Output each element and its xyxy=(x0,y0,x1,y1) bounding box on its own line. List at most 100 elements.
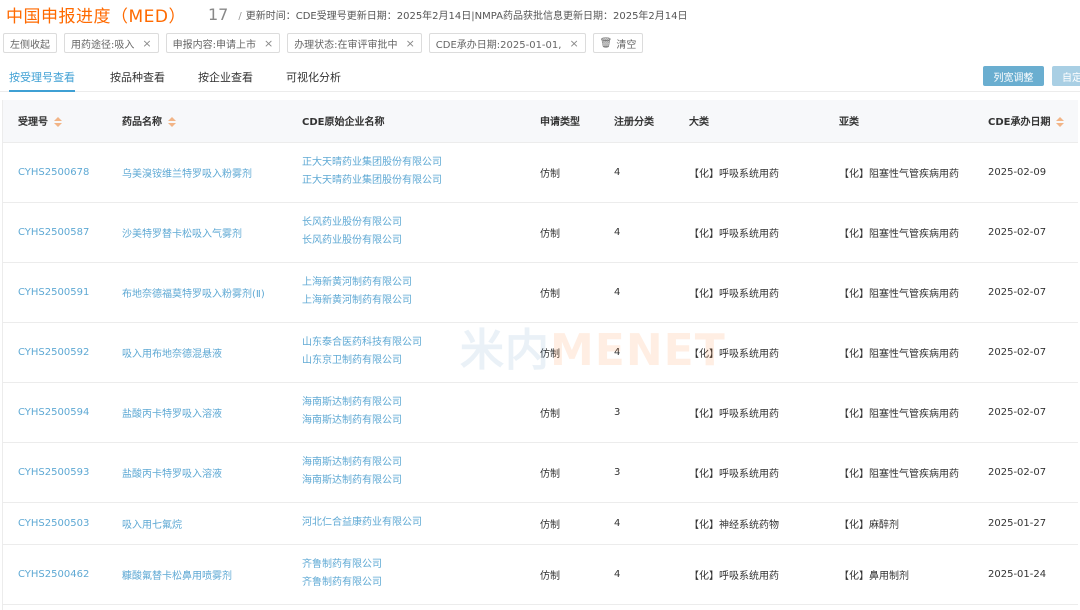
tab-by-company[interactable]: 按企业查看 xyxy=(198,64,253,92)
tab-by-accept-no[interactable]: 按受理号查看 xyxy=(9,64,75,92)
sub-class-cell: 【化】鼻用制剂 xyxy=(824,544,973,605)
reg-class-cell: 4 xyxy=(599,262,674,323)
trash-icon: 🗑 xyxy=(599,37,613,49)
tab-visual-analysis[interactable]: 可视化分析 xyxy=(286,64,341,92)
company-link[interactable]: 海南斯达制药有限公司 xyxy=(302,394,525,412)
sub-class-cell: 【化】阻塞性气管疾病用药 xyxy=(824,322,973,383)
clear-label: 清空 xyxy=(616,39,637,51)
major-class-cell: 【化】呼吸系统用药 xyxy=(674,322,824,383)
col-reg-class: 注册分类 xyxy=(599,100,674,143)
col-label: 受理号 xyxy=(18,117,48,129)
company-link[interactable]: 长风药业股份有限公司 xyxy=(302,214,525,232)
company-link[interactable]: 正大天晴药业集团股份有限公司 xyxy=(302,154,525,172)
col-apply-type: 申请类型 xyxy=(525,100,599,143)
sort-icon[interactable] xyxy=(54,117,62,128)
company-link[interactable]: 山东泰合医药科技有限公司 xyxy=(302,334,525,352)
company-link[interactable]: 河北仁合益康药业有限公司 xyxy=(302,514,525,532)
apply-type-cell: 仿制 xyxy=(525,142,599,203)
cde-date-cell: 2025-02-07 xyxy=(973,322,1078,383)
clear-filters-button[interactable]: 🗑 清空 xyxy=(592,33,644,53)
accept-no-link[interactable]: CYHS2500592 xyxy=(18,347,89,358)
drug-name-link[interactable]: 吸入用布地奈德混悬液 xyxy=(122,349,222,360)
cde-date-cell: 2025-02-07 xyxy=(973,442,1078,503)
filter-chip-date[interactable]: CDE承办日期:2025-01-01, × xyxy=(428,33,586,53)
drug-name-link[interactable]: 吸入用七氟烷 xyxy=(122,520,182,531)
reg-class-cell: 4 xyxy=(599,142,674,203)
drug-name-link[interactable]: 糠酸氟替卡松鼻用喷雾剂 xyxy=(122,571,232,582)
company-link[interactable]: 海南斯达制药有限公司 xyxy=(302,472,525,490)
company-link[interactable]: 海南斯达制药有限公司 xyxy=(302,454,525,472)
apply-type-cell: 仿制 xyxy=(525,544,599,605)
close-icon[interactable]: × xyxy=(569,37,578,50)
divider-slash: / xyxy=(238,10,242,22)
col-drug-name[interactable]: 药品名称 xyxy=(107,100,287,143)
table-row: CYHS2500591 布地奈德福莫特罗吸入粉雾剂(Ⅱ) 上海新黄河制药有限公司… xyxy=(3,262,1078,323)
cde-date-cell: 2025-02-07 xyxy=(973,202,1078,263)
column-width-button[interactable]: 列宽调整 xyxy=(983,66,1044,86)
accept-no-link[interactable]: CYHS2500503 xyxy=(18,518,89,529)
table-header-row: 受理号 药品名称 CDE原始企业名称 申请类型 注册分类 大类 亚类 CDE承办… xyxy=(3,100,1078,143)
filter-bar: 左侧收起 用药途径:吸入 × 申报内容:申请上市 × 办理状态:在审评审批中 × CD… xyxy=(3,33,644,53)
col-label: 药品名称 xyxy=(122,117,162,129)
major-class-cell: 【化】呼吸系统用药 xyxy=(674,382,824,443)
filter-chip-status[interactable]: 办理状态:在审评审批中 × xyxy=(287,33,422,53)
accept-no-link[interactable]: CYHS2500587 xyxy=(18,227,89,238)
company-link[interactable]: 山东京卫制药有限公司 xyxy=(302,352,525,370)
major-class-cell: 【化】呼吸系统用药 xyxy=(674,142,824,203)
cde-date-cell: 2025-02-07 xyxy=(973,382,1078,443)
accept-no-link[interactable]: CYHS2500594 xyxy=(18,407,89,418)
reg-class-cell: 3 xyxy=(599,442,674,503)
cde-date-cell: 2025-02-09 xyxy=(973,142,1078,203)
apply-type-cell: 仿制 xyxy=(525,502,599,545)
sidebar-toggle-button[interactable]: 左侧收起 xyxy=(3,33,57,53)
major-class-cell: 【化】神经系统药物 xyxy=(674,502,824,545)
major-class-cell: 【化】呼吸系统用药 xyxy=(674,262,824,323)
drug-name-link[interactable]: 盐酸丙卡特罗吸入溶液 xyxy=(122,409,222,420)
company-link[interactable]: 齐鲁制药有限公司 xyxy=(302,574,525,592)
filter-chip-route[interactable]: 用药途径:吸入 × xyxy=(64,33,159,53)
sub-class-cell: 【化】阻塞性气管疾病用药 xyxy=(824,382,973,443)
close-icon[interactable]: × xyxy=(406,37,415,50)
accept-no-link[interactable]: CYHS2500593 xyxy=(18,467,89,478)
company-link[interactable]: 齐鲁制药有限公司 xyxy=(302,556,525,574)
drug-name-link[interactable]: 乌美溴铵维兰特罗吸入粉雾剂 xyxy=(122,169,252,180)
sort-icon[interactable] xyxy=(1056,117,1065,128)
company-link[interactable]: 海南斯达制药有限公司 xyxy=(302,412,525,430)
close-icon[interactable]: × xyxy=(264,37,273,50)
filter-chip-content[interactable]: 申报内容:申请上市 × xyxy=(165,33,281,53)
sidebar-toggle-label: 左侧收起 xyxy=(10,39,50,51)
drug-name-link[interactable]: 沙美特罗替卡松吸入气雾剂 xyxy=(122,229,242,240)
apply-type-cell: 仿制 xyxy=(525,382,599,443)
accept-no-link[interactable]: CYHS2500462 xyxy=(18,569,89,580)
company-link[interactable]: 上海新黄河制药有限公司 xyxy=(302,274,525,292)
close-icon[interactable]: × xyxy=(142,37,151,50)
cde-date-cell: 2025-01-27 xyxy=(973,502,1078,545)
table-row: CYHS2500503 吸入用七氟烷 河北仁合益康药业有限公司 仿制 4 【化】… xyxy=(3,502,1078,545)
col-major-class: 大类 xyxy=(674,100,824,143)
col-accept-no[interactable]: 受理号 xyxy=(3,100,107,143)
drug-name-link[interactable]: 布地奈德福莫特罗吸入粉雾剂(Ⅱ) xyxy=(122,289,265,300)
company-link[interactable]: 正大天晴药业集团股份有限公司 xyxy=(302,172,525,190)
reg-class-cell: 3 xyxy=(599,382,674,443)
col-cde-date[interactable]: CDE承办日期 xyxy=(973,100,1078,143)
col-sub-class: 亚类 xyxy=(824,100,973,143)
company-link[interactable]: 长风药业股份有限公司 xyxy=(302,232,525,250)
tab-by-drug[interactable]: 按品种查看 xyxy=(110,64,165,92)
major-class-cell: 【化】呼吸系统用药 xyxy=(674,544,824,605)
reg-class-cell: 4 xyxy=(599,502,674,545)
major-class-cell: 【化】呼吸系统用药 xyxy=(674,202,824,263)
update-info: / 更新时间：CDE受理号更新日期：2025年2月14日|NMPA药品获批信息更新… xyxy=(238,7,687,22)
update-text: 更新时间：CDE受理号更新日期：2025年2月14日|NMPA药品获批信息更新日… xyxy=(245,10,688,22)
sort-icon[interactable] xyxy=(168,117,176,128)
sub-class-cell: 【化】阻塞性气管疾病用药 xyxy=(824,202,973,263)
view-tabs: 按受理号查看 按品种查看 按企业查看 可视化分析 xyxy=(0,64,1080,92)
company-link[interactable]: 上海新黄河制药有限公司 xyxy=(302,292,525,310)
page-header: 中国申报进度（MED） 17 /更新时间：CDE受理号更新日期：2025年2月1… xyxy=(6,0,688,28)
custom-button[interactable]: 自定 xyxy=(1052,66,1080,86)
accept-no-link[interactable]: CYHS2500591 xyxy=(18,287,89,298)
accept-no-link[interactable]: CYHS2500678 xyxy=(18,167,89,178)
col-company: CDE原始企业名称 xyxy=(287,100,525,143)
cde-date-cell: 2025-01-24 xyxy=(973,544,1078,605)
drug-name-link[interactable]: 盐酸丙卡特罗吸入溶液 xyxy=(122,469,222,480)
filter-chip-label: 用药途径:吸入 xyxy=(71,39,135,51)
